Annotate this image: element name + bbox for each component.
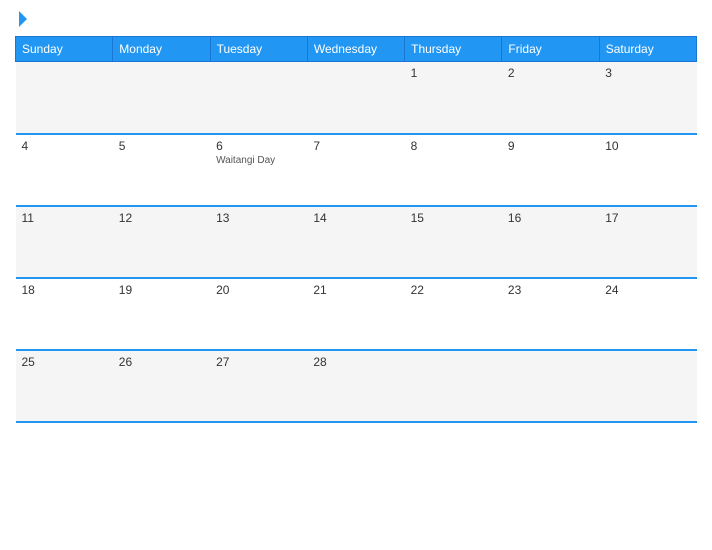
calendar-cell: 9 bbox=[502, 134, 599, 206]
day-number: 18 bbox=[22, 283, 107, 297]
weekday-header-thursday: Thursday bbox=[405, 37, 502, 62]
day-number: 28 bbox=[313, 355, 398, 369]
calendar-cell bbox=[113, 62, 210, 134]
day-number: 9 bbox=[508, 139, 593, 153]
calendar-week-row: 18 19 20 21 22 23 24 bbox=[16, 278, 697, 350]
calendar-cell: 2 bbox=[502, 62, 599, 134]
day-number: 3 bbox=[605, 66, 690, 80]
logo bbox=[15, 10, 31, 28]
calendar-cell: 10 bbox=[599, 134, 696, 206]
day-number: 27 bbox=[216, 355, 301, 369]
weekday-header-friday: Friday bbox=[502, 37, 599, 62]
day-number: 22 bbox=[411, 283, 496, 297]
calendar-cell bbox=[307, 62, 404, 134]
calendar-cell: 3 bbox=[599, 62, 696, 134]
calendar-cell bbox=[599, 350, 696, 422]
calendar-cell: 12 bbox=[113, 206, 210, 278]
calendar-cell: 20 bbox=[210, 278, 307, 350]
calendar-cell: 18 bbox=[16, 278, 113, 350]
weekday-header-monday: Monday bbox=[113, 37, 210, 62]
calendar-cell: 8 bbox=[405, 134, 502, 206]
calendar-week-row: 11 12 13 14 15 16 17 bbox=[16, 206, 697, 278]
day-number: 25 bbox=[22, 355, 107, 369]
day-number: 4 bbox=[22, 139, 107, 153]
weekday-header-saturday: Saturday bbox=[599, 37, 696, 62]
calendar-body: 123456Waitangi Day7891011121314151617181… bbox=[16, 62, 697, 422]
logo-triangle-icon bbox=[19, 11, 27, 27]
day-number: 2 bbox=[508, 66, 593, 80]
weekday-header-wednesday: Wednesday bbox=[307, 37, 404, 62]
day-number: 13 bbox=[216, 211, 301, 225]
day-number: 21 bbox=[313, 283, 398, 297]
calendar-cell: 5 bbox=[113, 134, 210, 206]
calendar-cell: 4 bbox=[16, 134, 113, 206]
calendar-thead: SundayMondayTuesdayWednesdayThursdayFrid… bbox=[16, 37, 697, 62]
calendar-cell: 22 bbox=[405, 278, 502, 350]
calendar-cell: 24 bbox=[599, 278, 696, 350]
calendar-cell: 6 Waitangi Day bbox=[210, 134, 307, 206]
day-number: 26 bbox=[119, 355, 204, 369]
calendar-cell bbox=[210, 62, 307, 134]
calendar-table: SundayMondayTuesdayWednesdayThursdayFrid… bbox=[15, 36, 697, 423]
holiday-label: Waitangi Day bbox=[216, 155, 301, 166]
day-number: 8 bbox=[411, 139, 496, 153]
day-number: 11 bbox=[22, 211, 107, 225]
calendar-cell: 21 bbox=[307, 278, 404, 350]
calendar-week-row: 123 bbox=[16, 62, 697, 134]
calendar-cell: 19 bbox=[113, 278, 210, 350]
day-number: 5 bbox=[119, 139, 204, 153]
weekday-header-tuesday: Tuesday bbox=[210, 37, 307, 62]
day-number: 14 bbox=[313, 211, 398, 225]
calendar-cell: 7 bbox=[307, 134, 404, 206]
calendar-cell bbox=[405, 350, 502, 422]
calendar-container: SundayMondayTuesdayWednesdayThursdayFrid… bbox=[0, 0, 712, 550]
calendar-cell: 28 bbox=[307, 350, 404, 422]
calendar-cell: 13 bbox=[210, 206, 307, 278]
weekday-header-sunday: Sunday bbox=[16, 37, 113, 62]
calendar-cell: 1 bbox=[405, 62, 502, 134]
calendar-cell: 14 bbox=[307, 206, 404, 278]
day-number: 24 bbox=[605, 283, 690, 297]
day-number: 10 bbox=[605, 139, 690, 153]
calendar-cell: 16 bbox=[502, 206, 599, 278]
day-number: 7 bbox=[313, 139, 398, 153]
calendar-cell: 23 bbox=[502, 278, 599, 350]
calendar-week-row: 456 Waitangi Day 789 10 bbox=[16, 134, 697, 206]
calendar-cell bbox=[502, 350, 599, 422]
day-number: 15 bbox=[411, 211, 496, 225]
day-number: 12 bbox=[119, 211, 204, 225]
day-number: 6 bbox=[216, 139, 301, 153]
day-number: 23 bbox=[508, 283, 593, 297]
calendar-cell bbox=[16, 62, 113, 134]
calendar-cell: 17 bbox=[599, 206, 696, 278]
calendar-cell: 27 bbox=[210, 350, 307, 422]
weekday-header-row: SundayMondayTuesdayWednesdayThursdayFrid… bbox=[16, 37, 697, 62]
day-number: 17 bbox=[605, 211, 690, 225]
calendar-cell: 15 bbox=[405, 206, 502, 278]
calendar-cell: 26 bbox=[113, 350, 210, 422]
day-number: 16 bbox=[508, 211, 593, 225]
day-number: 20 bbox=[216, 283, 301, 297]
day-number: 1 bbox=[411, 66, 496, 80]
day-number: 19 bbox=[119, 283, 204, 297]
calendar-header bbox=[15, 10, 697, 28]
calendar-week-row: 25 26 27 28 bbox=[16, 350, 697, 422]
calendar-cell: 11 bbox=[16, 206, 113, 278]
calendar-cell: 25 bbox=[16, 350, 113, 422]
